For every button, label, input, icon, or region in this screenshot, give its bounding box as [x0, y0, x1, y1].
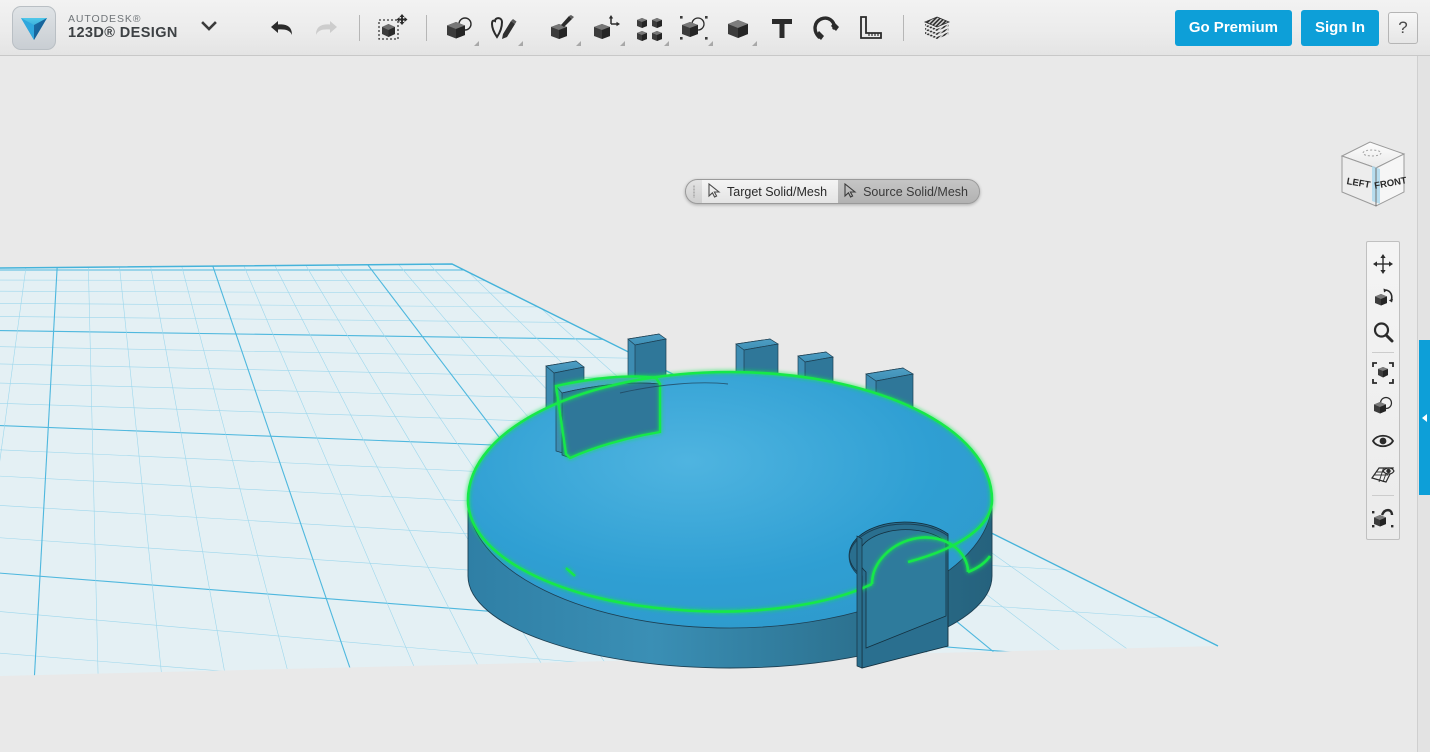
chevron-down-icon [575, 40, 581, 46]
grid-plane-icon[interactable] [1368, 458, 1398, 492]
zoom-icon[interactable] [1368, 315, 1398, 349]
main-tool-group [260, 6, 959, 50]
materials-icon[interactable] [915, 6, 959, 50]
vertical-scrollbar-thumb[interactable] [1419, 340, 1430, 495]
combine-icon[interactable] [716, 6, 760, 50]
construct-icon[interactable] [540, 6, 584, 50]
sketch-icon[interactable] [482, 6, 526, 50]
chevron-left-icon [1421, 413, 1427, 422]
snap-settings-icon[interactable] [1368, 499, 1398, 533]
brand-area[interactable]: AUTODESK® 123D® DESIGN [0, 5, 218, 50]
autodesk-logo-icon[interactable] [12, 5, 56, 50]
view-tools-panel [1366, 241, 1400, 540]
orbit-icon[interactable] [1368, 281, 1398, 315]
brand-bottom-label: 123D® DESIGN [68, 25, 178, 42]
help-button[interactable]: ? [1388, 11, 1418, 44]
account-buttons: Go Premium Sign In ? [1174, 9, 1430, 46]
modify-icon[interactable] [584, 6, 628, 50]
grouping-icon[interactable] [672, 6, 716, 50]
transform-icon[interactable] [371, 6, 415, 50]
go-premium-button[interactable]: Go Premium [1174, 9, 1292, 46]
application-window: AUTODESK® 123D® DESIGN Go Premium Sign I… [0, 0, 1430, 752]
toolbar-separator [358, 14, 360, 41]
pattern-icon[interactable] [628, 6, 672, 50]
cursor-arrow-icon [708, 182, 721, 201]
chevron-down-icon[interactable] [200, 19, 218, 37]
top-toolbar: AUTODESK® 123D® DESIGN Go Premium Sign I… [0, 0, 1430, 56]
panel-separator [1372, 352, 1394, 353]
brand-text: AUTODESK® 123D® DESIGN [68, 13, 178, 42]
primitives-icon[interactable] [438, 6, 482, 50]
toolbar-separator [425, 14, 427, 41]
panel-separator [1372, 495, 1394, 496]
pan-icon[interactable] [1368, 247, 1398, 281]
chevron-down-icon [751, 40, 757, 46]
source-solid-mesh-label: Source Solid/Mesh [863, 184, 968, 199]
visual-style-icon[interactable] [1368, 390, 1398, 424]
target-solid-mesh-label: Target Solid/Mesh [727, 184, 828, 199]
brand-top-label: AUTODESK® [68, 13, 142, 26]
block-front-left [856, 535, 863, 669]
ground-grid [0, 263, 1219, 676]
target-solid-mesh-button[interactable]: Target Solid/Mesh [702, 180, 839, 203]
toolbar-drag-handle[interactable] [686, 180, 702, 203]
chevron-down-icon [473, 40, 479, 46]
chevron-down-icon [707, 40, 713, 46]
sign-in-button[interactable]: Sign In [1301, 9, 1379, 46]
viewport-3d[interactable]: Target Solid/Mesh Source Solid/Mesh LEFT… [0, 56, 1430, 752]
chevron-down-icon [517, 40, 523, 46]
redo-icon[interactable] [304, 6, 348, 50]
chevron-down-icon [619, 40, 625, 46]
toolbar-separator [902, 14, 904, 41]
undo-icon[interactable] [260, 6, 304, 50]
model-assembly [466, 333, 994, 669]
cursor-arrow-icon [844, 182, 857, 201]
eye-visibility-icon[interactable] [1368, 424, 1398, 458]
view-cube[interactable]: LEFT FRONT [1332, 134, 1414, 216]
snap-magnet-icon[interactable] [804, 6, 848, 50]
text-icon[interactable] [760, 6, 804, 50]
chevron-down-icon [663, 40, 669, 46]
fit-to-view-icon[interactable] [1368, 356, 1398, 390]
solid-mesh-mode-toolbar[interactable]: Target Solid/Mesh Source Solid/Mesh [685, 179, 980, 204]
source-solid-mesh-button[interactable]: Source Solid/Mesh [838, 180, 979, 203]
measure-ruler-icon[interactable] [848, 6, 892, 50]
